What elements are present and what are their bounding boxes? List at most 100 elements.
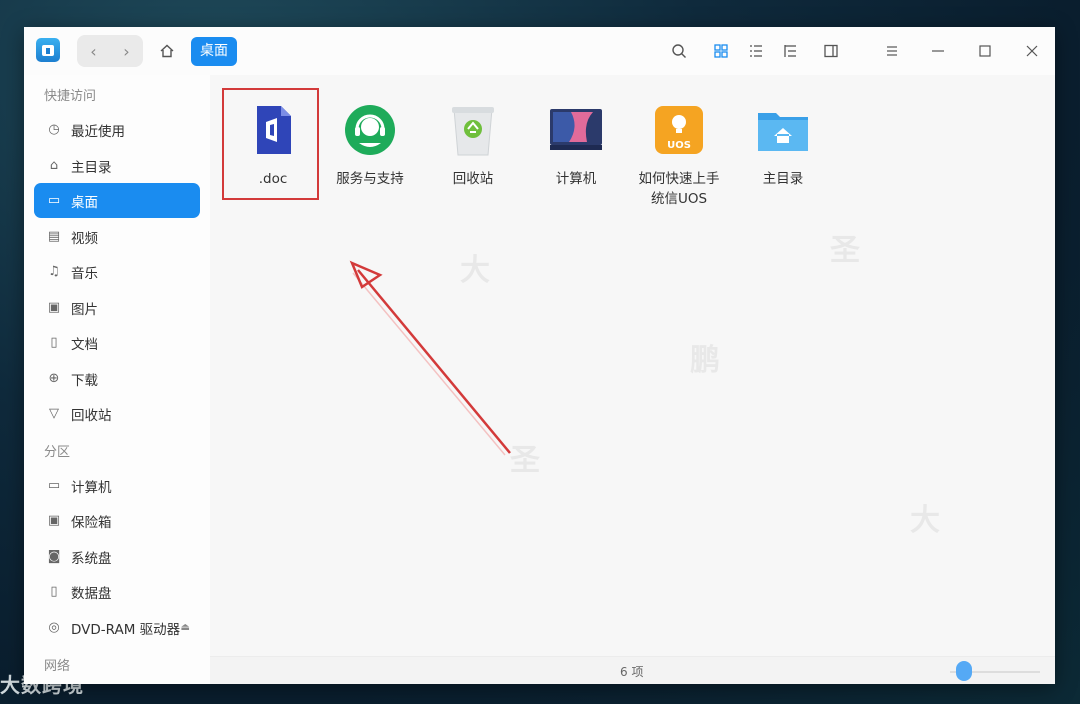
file-item-label: 如何快速上手统信UOS: [638, 171, 720, 207]
side-panel-icon: [824, 44, 838, 58]
safe-icon: ▣: [47, 513, 61, 528]
search-icon: [672, 44, 686, 58]
section-network: 网络: [44, 659, 71, 674]
back-button[interactable]: ‹: [77, 35, 110, 67]
titlebar: ‹ › 桌面: [24, 27, 1055, 75]
sidebar-item-data-disk[interactable]: ▯ 数据盘: [34, 574, 200, 609]
sidebar-item-label: 保险箱: [71, 514, 112, 531]
sidebar-item-label: 视频: [71, 230, 98, 247]
file-item-label: 主目录: [762, 171, 804, 187]
file-item-label: 计算机: [555, 171, 597, 187]
file-item-uos-guide[interactable]: UOS 如何快速上手统信UOS: [634, 103, 724, 209]
recycle-bin-icon: [446, 103, 500, 157]
file-item-home-folder[interactable]: 主目录: [738, 103, 828, 189]
sidebar-item-trash[interactable]: ▽ 回收站: [34, 396, 200, 431]
sidebar-item-label: 最近使用: [71, 123, 125, 140]
file-item-label: 服务与支持: [336, 171, 404, 187]
forward-button[interactable]: ›: [110, 35, 143, 67]
watermark-glyph: 大: [460, 253, 490, 288]
music-icon: ♫: [48, 264, 60, 279]
search-button[interactable]: [669, 41, 689, 61]
sidebar-item-label: 计算机: [71, 479, 112, 496]
watermark-glyph: 圣: [510, 443, 540, 478]
status-bar: 6 项: [210, 656, 1055, 684]
computer-icon: [549, 103, 603, 157]
sidebar-item-label: 系统盘: [71, 550, 112, 567]
file-item-computer[interactable]: 计算机: [531, 103, 621, 189]
sidebar-item-safe[interactable]: ▣ 保险箱: [34, 503, 200, 538]
maximize-icon: [979, 45, 991, 57]
video-icon: ▤: [47, 229, 61, 244]
sidebar-item-desktop[interactable]: ▭ 桌面: [34, 183, 200, 218]
icon-view-button[interactable]: [711, 41, 731, 61]
sidebar-item-pictures[interactable]: ▣ 图片: [34, 290, 200, 325]
watermark-glyph: 大: [910, 503, 940, 538]
computer-icon: ▭: [47, 478, 61, 493]
close-button[interactable]: [1022, 41, 1042, 61]
eject-icon[interactable]: ⏏: [181, 622, 190, 633]
home-folder-icon: [756, 103, 810, 157]
hamburger-menu-icon: [887, 46, 897, 56]
sidebar-item-dvd[interactable]: ◎ DVD-RAM 驱动器 ⏏: [34, 610, 200, 645]
document-icon: ▯: [50, 335, 58, 350]
zoom-slider-handle[interactable]: [956, 661, 972, 681]
chevron-left-icon: ‹: [90, 41, 97, 61]
sidebar-item-home[interactable]: ⌂ 主目录: [34, 148, 200, 183]
svg-text:UOS: UOS: [667, 140, 691, 151]
download-icon: ⊕: [48, 371, 60, 386]
disk-icon: ◙: [47, 549, 61, 564]
trash-icon: ▽: [49, 406, 59, 421]
dvd-icon: ◎: [48, 620, 60, 635]
support-icon: [343, 103, 397, 157]
history-nav: ‹ ›: [77, 35, 143, 67]
item-count: 6 项: [620, 665, 644, 679]
sidebar-item-label: 图片: [71, 301, 98, 318]
sidebar-item-label: 回收站: [71, 407, 112, 424]
sidebar-item-downloads[interactable]: ⊕ 下载: [34, 361, 200, 396]
breadcrumb-current[interactable]: 桌面: [191, 37, 237, 66]
sidebar-item-documents[interactable]: ▯ 文档: [34, 325, 200, 360]
disk-icon: ▯: [50, 584, 58, 599]
watermark-glyph: 鹏: [690, 343, 720, 378]
highlight-box: [222, 88, 319, 200]
home-icon: ⌂: [49, 158, 59, 173]
watermark-glyph: 圣: [830, 233, 860, 268]
uos-guide-icon: UOS: [652, 103, 706, 157]
detail-panel-button[interactable]: [821, 41, 841, 61]
list-view-button[interactable]: [746, 41, 766, 61]
sidebar-item-label: 主目录: [71, 159, 112, 176]
clock-icon: ◷: [48, 122, 60, 137]
file-item-recycle-bin[interactable]: 回收站: [428, 103, 518, 189]
sidebar-item-label: DVD-RAM 驱动器: [71, 621, 181, 638]
sidebar-item-label: 音乐: [71, 265, 98, 282]
maximize-button[interactable]: [975, 41, 995, 61]
sidebar-item-label: 文档: [71, 336, 98, 353]
chevron-right-icon: ›: [123, 41, 130, 61]
tree-view-icon: [784, 45, 796, 57]
sidebar-item-videos[interactable]: ▤ 视频: [34, 219, 200, 254]
minimize-button[interactable]: [928, 41, 948, 61]
file-manager-app-icon: [36, 38, 60, 62]
sidebar-item-system-disk[interactable]: ◙ 系统盘: [34, 539, 200, 574]
section-partitions: 分区: [44, 445, 71, 460]
sidebar-item-computer[interactable]: ▭ 计算机: [34, 468, 200, 503]
section-quick-access: 快捷访问: [44, 89, 97, 104]
close-icon: [1026, 45, 1038, 57]
sidebar-item-recent[interactable]: ◷ 最近使用: [34, 112, 200, 147]
sidebar: 快捷访问 ◷ 最近使用 ⌂ 主目录 ▭ 桌面 ▤ 视频 ♫ 音乐 ▣ 图片 ▯ …: [24, 75, 210, 684]
grid-view-icon: [714, 44, 728, 58]
minimize-icon: [932, 50, 944, 52]
image-icon: ▣: [47, 300, 61, 315]
desktop-icon: ▭: [47, 193, 61, 208]
file-item-support[interactable]: 服务与支持: [325, 103, 415, 189]
sidebar-item-label: 下载: [71, 372, 98, 389]
file-manager-window: ‹ › 桌面 快捷访问 ◷ 最近使用 ⌂ 主目录 ▭ 桌面 ▤ 视频 ♫ 音乐 …: [24, 27, 1055, 684]
list-view-icon: [750, 45, 762, 57]
sidebar-item-label: 桌面: [71, 194, 98, 211]
menu-button[interactable]: [882, 41, 902, 61]
file-item-label: 回收站: [452, 171, 494, 187]
tree-view-button[interactable]: [780, 41, 800, 61]
sidebar-item-music[interactable]: ♫ 音乐: [34, 254, 200, 289]
breadcrumb-home-button[interactable]: [156, 40, 178, 62]
file-view: 鹏 大 鹏 圣 圣 大 .doc: [210, 75, 1055, 656]
